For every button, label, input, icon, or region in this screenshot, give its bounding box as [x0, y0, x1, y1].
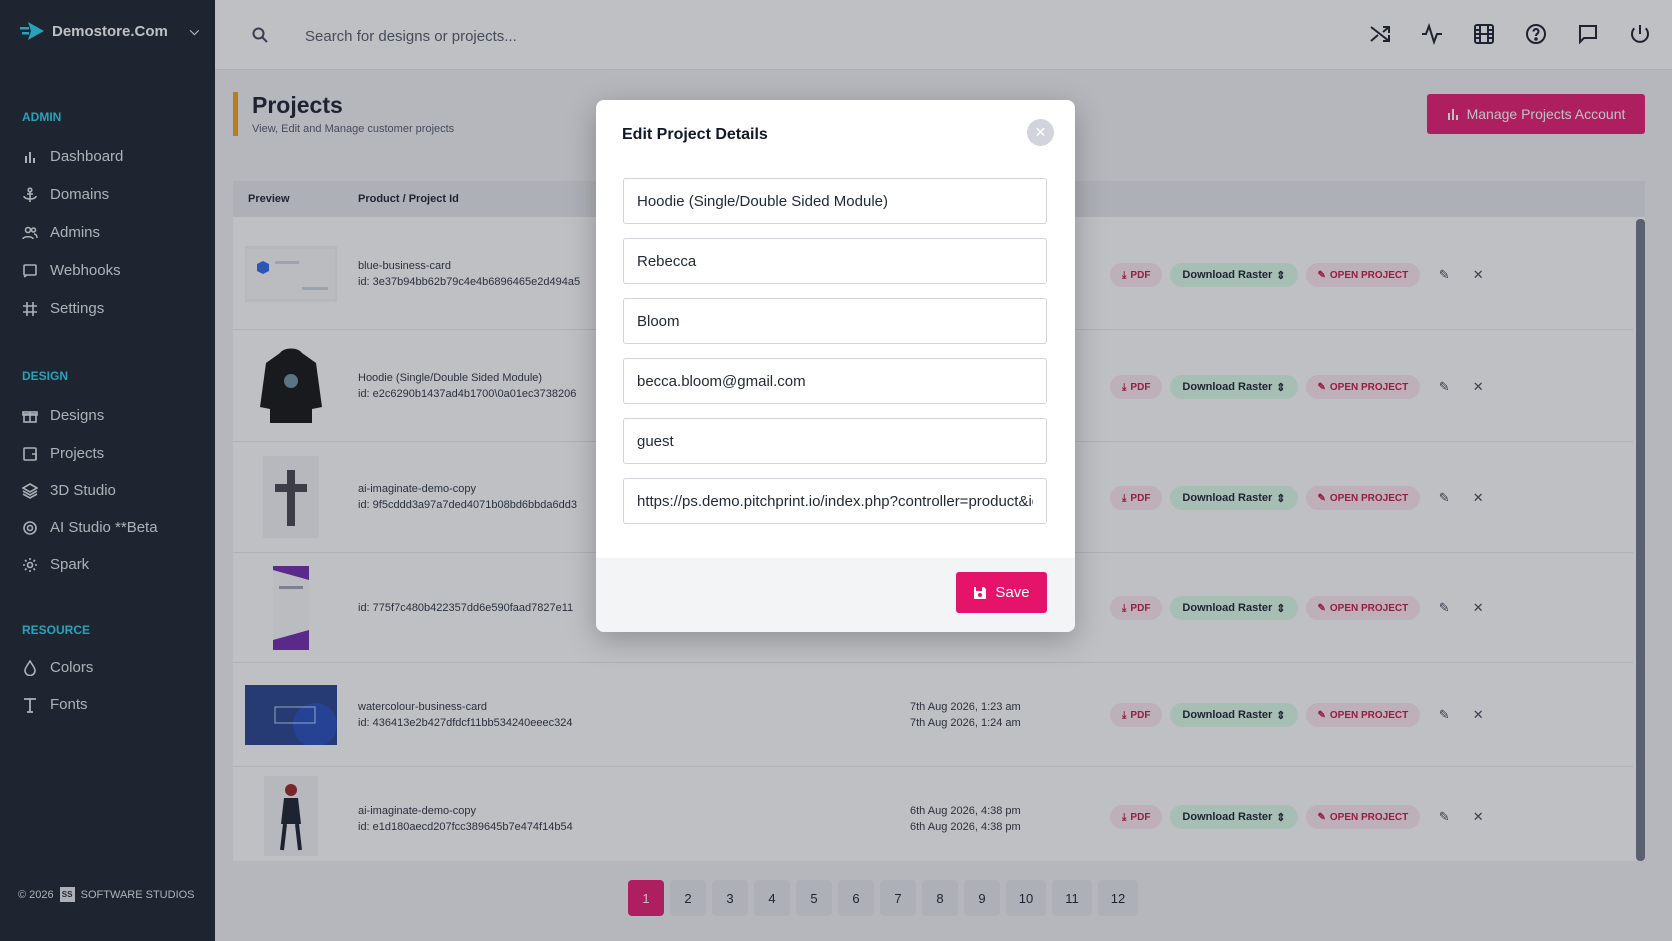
save-label: Save [995, 584, 1030, 601]
user-type-field[interactable] [623, 418, 1047, 464]
project-url-field[interactable] [623, 478, 1047, 524]
modal-title: Edit Project Details [622, 126, 768, 143]
save-button[interactable]: Save [956, 572, 1047, 613]
last-name-field[interactable] [623, 298, 1047, 344]
floppy-disk-icon [974, 586, 987, 599]
email-field[interactable] [623, 358, 1047, 404]
edit-project-modal: Edit Project Details ✕ Save [596, 100, 1075, 632]
modal-footer: Save [596, 558, 1075, 632]
close-icon[interactable]: ✕ [1027, 119, 1054, 146]
product-name-field[interactable] [623, 178, 1047, 224]
first-name-field[interactable] [623, 238, 1047, 284]
